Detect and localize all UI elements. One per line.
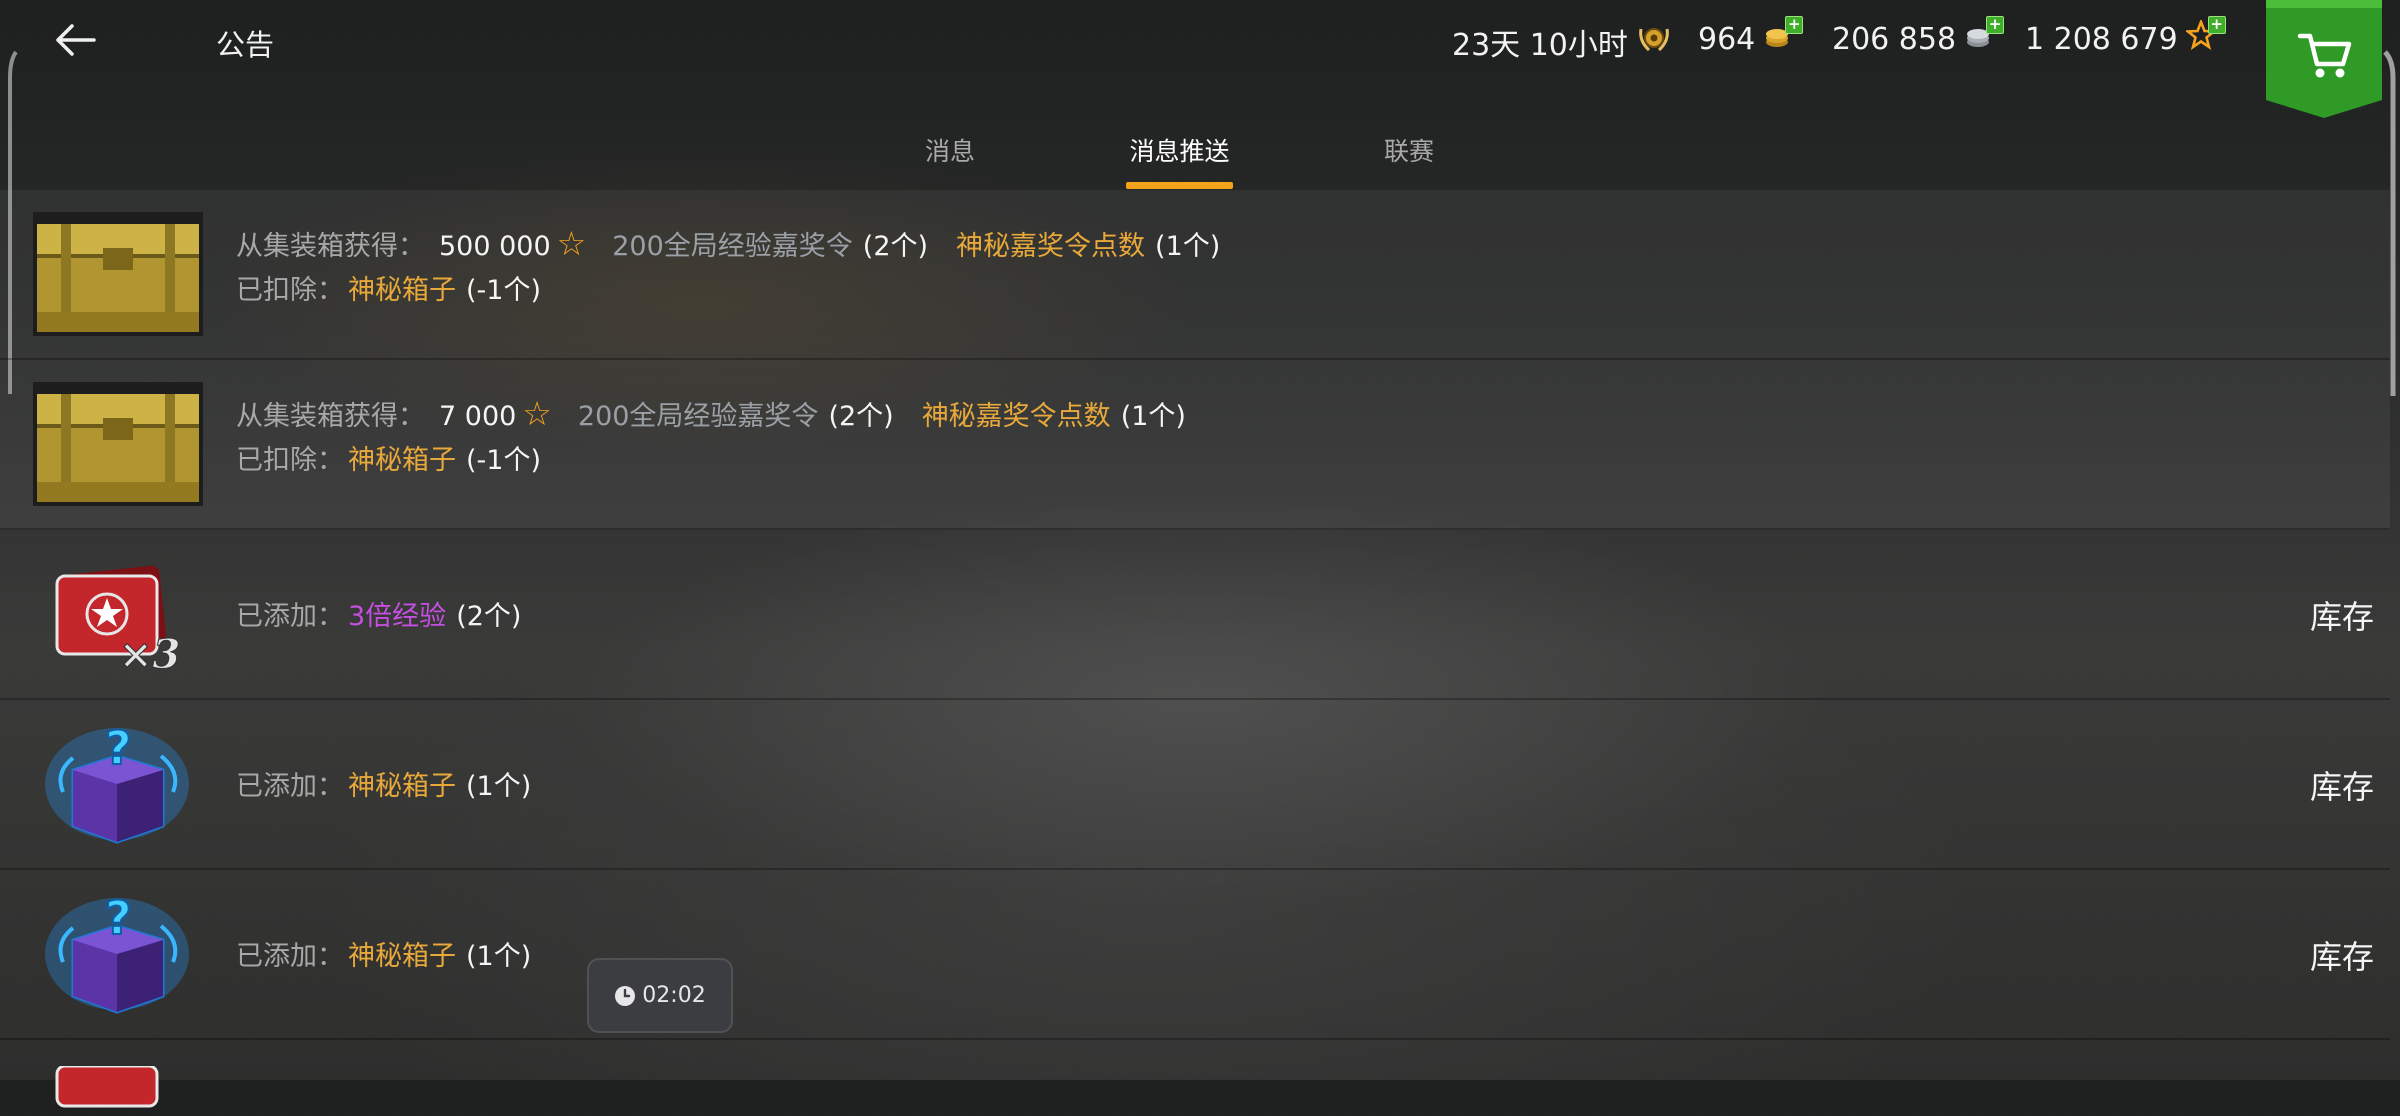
free-xp-balance[interactable]: 1 208 679 + (2025, 16, 2226, 58)
added-item: 神秘箱子 (348, 941, 456, 972)
message-row: 从集装箱获得： 500 000 ☆ 200全局经验嘉奖令 (2个) 神秘嘉奖令点数 (1个)… (0, 190, 2390, 360)
deducted-item: 神秘箱子 (348, 275, 456, 306)
svg-text:?: ? (105, 722, 132, 775)
deducted-label: 已扣除： (236, 275, 344, 306)
gold-balance[interactable]: 964 + (1698, 16, 1804, 58)
added-line: 已添加： 神秘箱子 (1个) (236, 934, 531, 973)
tab-bar: 消息 消息推送 联赛 (0, 118, 2400, 190)
add-free-xp-icon[interactable]: + (2207, 16, 2226, 34)
inventory-button[interactable]: 库存 (2310, 932, 2374, 978)
reward-item-count: (1个) (1155, 231, 1221, 262)
deducted-count: (-1个) (466, 275, 541, 306)
triple-xp-card-icon: ×3 (33, 552, 203, 679)
reward-item: 200全局经验嘉奖令 (612, 231, 853, 262)
triple-xp-card-icon (55, 1066, 159, 1108)
message-row: 从集装箱获得： 7 000 ☆ 200全局经验嘉奖令 (2个) 神秘嘉奖令点数 (1个) 已… (0, 360, 2390, 530)
page-title: 公告 (216, 28, 275, 62)
message-list: 从集装箱获得： 500 000 ☆ 200全局经验嘉奖令 (2个) 神秘嘉奖令点数 (1个)… (0, 190, 2390, 1040)
reward-item: 神秘嘉奖令点数 (956, 231, 1146, 262)
message-row-partial (0, 1030, 2390, 1108)
floating-clock[interactable]: 02:02 (587, 958, 733, 1033)
reward-line: 从集装箱获得： 7 000 ☆ 200全局经验嘉奖令 (2个) 神秘嘉奖令点数 (1个) (236, 394, 1186, 433)
message-row: ? 已添加： 神秘箱子 (1个) 库存 (0, 870, 2390, 1040)
added-line: 已添加： 3倍经验 (2个) (236, 594, 521, 633)
reward-item-count: (1个) (1120, 401, 1186, 432)
deducted-line: 已扣除： 神秘箱子 (-1个) (236, 268, 541, 307)
premium-laurel-icon (1636, 21, 1672, 63)
back-arrow-icon (56, 24, 96, 56)
reward-amount: 7 000 (439, 401, 517, 432)
premium-timer[interactable]: 23天 10小时 (1452, 20, 1672, 64)
inventory-button[interactable]: 库存 (2310, 592, 2374, 638)
inventory-button[interactable]: 库存 (2310, 762, 2374, 808)
reward-item-count: (2个) (828, 401, 894, 432)
added-label: 已添加： (236, 941, 344, 972)
shop-button[interactable] (2266, 0, 2382, 118)
add-gold-icon[interactable]: + (1785, 16, 1804, 34)
mystery-box-icon: ? (33, 720, 203, 846)
deducted-count: (-1个) (466, 445, 541, 476)
added-count: (2个) (456, 601, 522, 632)
message-row: ×3 已添加： 3倍经验 (2个) 库存 (0, 530, 2390, 700)
reward-line: 从集装箱获得： 500 000 ☆ 200全局经验嘉奖令 (2个) 神秘嘉奖令点数 (1个) (236, 224, 1220, 263)
active-tab-indicator (1126, 182, 1233, 189)
gold-chest-icon (33, 212, 203, 336)
deducted-line: 已扣除： 神秘箱子 (-1个) (236, 438, 541, 477)
mystery-box-icon: ? (33, 890, 203, 1016)
added-count: (1个) (466, 771, 532, 802)
deducted-item: 神秘箱子 (348, 445, 456, 476)
reward-label: 从集装箱获得： (236, 231, 425, 262)
reward-label: 从集装箱获得： (236, 401, 425, 432)
added-label: 已添加： (236, 601, 344, 632)
free-xp-amount: 1 208 679 (2025, 21, 2178, 57)
tab-messages[interactable]: 消息 (924, 132, 976, 168)
clock-icon (615, 985, 636, 1006)
tab-league[interactable]: 联赛 (1383, 132, 1435, 168)
clock-text: 02:02 (642, 983, 706, 1008)
svg-text:?: ? (105, 892, 132, 945)
star-xp-icon: ☆ (522, 394, 552, 433)
added-item: 神秘箱子 (348, 771, 456, 802)
deducted-label: 已扣除： (236, 445, 344, 476)
star-xp-icon: + (2184, 16, 2226, 58)
svg-text:×3: ×3 (119, 631, 180, 676)
message-row: ? 已添加： 神秘箱子 (1个) 库存 (0, 700, 2390, 870)
tab-message-push[interactable]: 消息推送 (1126, 132, 1233, 168)
reward-item: 200全局经验嘉奖令 (577, 401, 819, 432)
gold-coins-icon: + (1763, 16, 1804, 58)
added-label: 已添加： (236, 771, 344, 802)
add-silver-icon[interactable]: + (1986, 16, 2005, 34)
silver-balance[interactable]: 206 858 + (1832, 16, 2005, 58)
back-button[interactable] (50, 18, 100, 62)
reward-item: 神秘嘉奖令点数 (921, 401, 1111, 432)
star-xp-icon: ☆ (556, 224, 587, 263)
silver-amount: 206 858 (1832, 21, 1957, 57)
reward-amount: 500 000 (439, 231, 551, 262)
gold-chest-icon (33, 382, 203, 506)
added-item: 3倍经验 (348, 601, 447, 632)
reward-item-count: (2个) (862, 231, 929, 262)
top-bar: 公告 23天 10小时 964 + 206 858 + 1 208 679 + (0, 0, 2400, 118)
premium-timer-text: 23天 10小时 (1452, 28, 1628, 63)
added-line: 已添加： 神秘箱子 (1个) (236, 764, 531, 803)
silver-coins-icon: + (1964, 16, 2005, 58)
added-count: (1个) (466, 941, 532, 972)
gold-amount: 964 (1698, 21, 1756, 57)
